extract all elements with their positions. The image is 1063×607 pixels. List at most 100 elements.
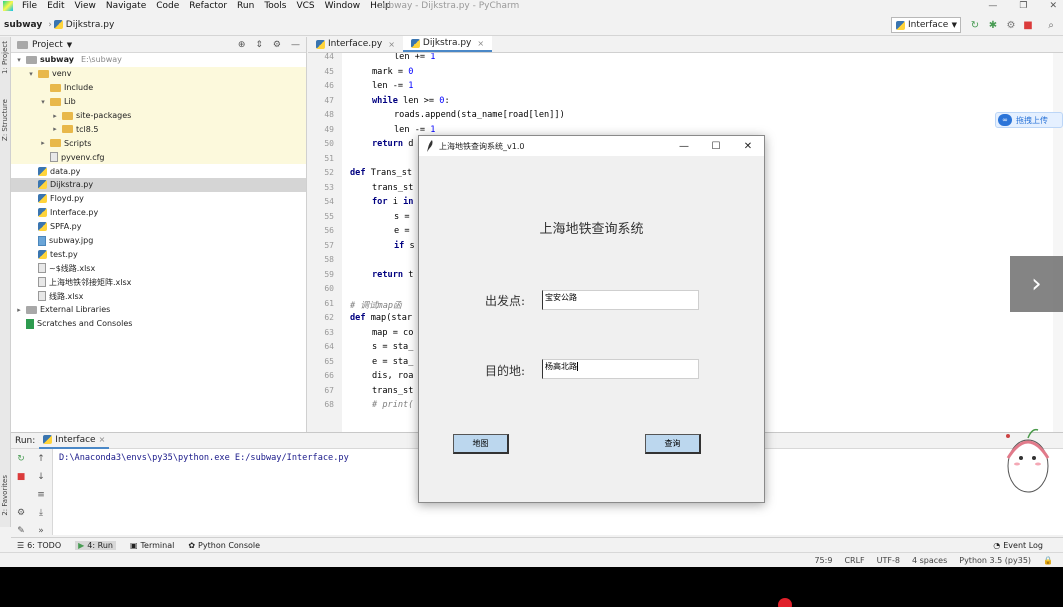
next-arrow-button[interactable]: › xyxy=(1010,256,1063,312)
scratch-icon xyxy=(26,318,34,329)
close-icon[interactable]: × xyxy=(99,435,106,444)
tree-item[interactable]: Scratches and Consoles xyxy=(11,317,306,331)
tree-item[interactable]: Include xyxy=(11,80,306,95)
structure-tool-tab[interactable]: Z: Structure xyxy=(1,99,9,141)
rerun-icon[interactable]: ↻ xyxy=(969,19,981,31)
menu-tools[interactable]: Tools xyxy=(259,1,291,11)
line-separator[interactable]: CRLF xyxy=(844,556,864,565)
chevron-down-icon[interactable]: ▾ xyxy=(27,70,35,78)
menu-navigate[interactable]: Navigate xyxy=(101,1,151,11)
map-button[interactable]: 地图 xyxy=(453,434,509,454)
chevron-right-icon[interactable]: ▸ xyxy=(51,125,59,133)
arrow-up-icon[interactable]: ↑ xyxy=(35,453,47,465)
tree-item[interactable]: pyvenv.cfg xyxy=(11,150,306,165)
collapse-icon[interactable]: ⇕ xyxy=(255,40,263,50)
menu-code[interactable]: Code xyxy=(151,1,184,11)
pin-icon[interactable]: ✎ xyxy=(15,525,27,537)
caret-position[interactable]: 75:9 xyxy=(814,556,832,565)
destination-value: 杨高北路 xyxy=(545,362,577,371)
locate-icon[interactable]: ⊕ xyxy=(238,40,246,50)
todo-tool-tab[interactable]: ☰ 6: TODO xyxy=(17,541,61,550)
close-icon[interactable]: × xyxy=(477,39,484,48)
run-console-output[interactable]: D:\Anaconda3\envs\py35\python.exe E:/sub… xyxy=(59,453,349,463)
minimize-icon[interactable]: — xyxy=(988,0,997,12)
query-button[interactable]: 查询 xyxy=(645,434,701,454)
tree-item[interactable]: ▸ tcl8.5 xyxy=(11,122,306,137)
line-number: 67 xyxy=(324,385,334,395)
chevron-right-icon[interactable]: ▸ xyxy=(51,112,59,120)
start-station-input[interactable]: 宝安公路 xyxy=(542,290,699,310)
project-tool-tab[interactable]: 1: Project xyxy=(1,41,9,74)
expand-icon[interactable]: » xyxy=(35,525,47,537)
rerun-icon[interactable]: ↻ xyxy=(15,453,27,465)
stop-icon[interactable]: ■ xyxy=(1022,19,1034,31)
breadcrumb-file[interactable]: Dijkstra.py xyxy=(53,20,114,30)
menu-view[interactable]: View xyxy=(70,1,101,11)
run-config-selector[interactable]: Interface ▼ xyxy=(891,17,961,33)
project-panel-title[interactable]: Project xyxy=(32,40,63,50)
terminal-tool-tab[interactable]: ▣ Terminal xyxy=(130,541,174,550)
run-tab-interface[interactable]: Interface × xyxy=(39,433,110,449)
minimize-icon[interactable]: — xyxy=(668,141,700,152)
chevron-down-icon[interactable]: ▾ xyxy=(15,56,23,64)
tree-item[interactable]: subway.jpg xyxy=(11,234,306,248)
tree-item[interactable]: 上海地铁邻接矩阵.xlsx xyxy=(11,275,306,289)
stop-icon[interactable]: ■ xyxy=(15,471,27,483)
tree-item[interactable]: ▸ External Libraries xyxy=(11,303,306,317)
menu-vcs[interactable]: VCS xyxy=(291,1,319,11)
folder-icon xyxy=(50,97,61,106)
chevron-right-icon[interactable]: ▸ xyxy=(15,306,23,314)
scroll-to-end-icon[interactable]: ⤓ xyxy=(35,507,47,519)
tree-item[interactable]: ▸ site-packages xyxy=(11,108,306,123)
indent-setting[interactable]: 4 spaces xyxy=(912,556,947,565)
tree-item-label: venv xyxy=(52,69,72,79)
maximize-icon[interactable]: ☐ xyxy=(700,141,732,152)
tree-item[interactable]: 线路.xlsx xyxy=(11,289,306,303)
tree-item[interactable]: Interface.py xyxy=(11,206,306,220)
search-everywhere-icon[interactable]: ⌕ xyxy=(1045,19,1057,31)
tree-item[interactable]: Dijkstra.py xyxy=(11,178,306,192)
chevron-down-icon[interactable]: ▼ xyxy=(67,41,72,49)
tree-item-label: Scripts xyxy=(64,138,92,148)
event-log-tool-tab[interactable]: ◔ Event Log xyxy=(993,541,1043,550)
close-icon[interactable]: ✕ xyxy=(732,141,764,152)
close-icon[interactable]: × xyxy=(388,40,395,49)
close-icon[interactable]: ✕ xyxy=(1049,0,1057,12)
menu-window[interactable]: Window xyxy=(320,1,366,11)
upload-badge[interactable]: ∞ 拖拽上传 xyxy=(995,112,1063,128)
debug-icon[interactable]: ✱ xyxy=(987,19,999,31)
favorites-tool-tab[interactable]: 2: Favorites xyxy=(1,475,9,516)
settings-icon[interactable]: ⚙ xyxy=(15,507,27,519)
menu-run[interactable]: Run xyxy=(232,1,259,11)
tree-item[interactable]: SPFA.py xyxy=(11,220,306,234)
chevron-right-icon[interactable]: ▸ xyxy=(39,139,47,147)
tree-item[interactable]: ▾ Lib xyxy=(11,94,306,109)
restore-icon[interactable]: ❐ xyxy=(1019,0,1027,12)
tree-item-label: Interface.py xyxy=(50,208,99,218)
tree-item[interactable]: data.py xyxy=(11,164,306,178)
soft-wrap-icon[interactable]: ≡ xyxy=(35,489,47,501)
hide-icon[interactable]: — xyxy=(291,40,300,50)
gear-icon[interactable]: ⚙ xyxy=(273,40,281,50)
tree-item[interactable]: ▾ venv xyxy=(11,66,306,81)
python-console-tool-tab[interactable]: ✿ Python Console xyxy=(188,541,260,550)
menu-edit[interactable]: Edit xyxy=(42,1,69,11)
file-encoding[interactable]: UTF-8 xyxy=(877,556,900,565)
run-tool-tab[interactable]: ▶ 4: Run xyxy=(75,540,116,550)
tree-item[interactable]: Floyd.py xyxy=(11,192,306,206)
interpreter-selector[interactable]: Python 3.5 (py35) xyxy=(959,556,1031,565)
menu-file[interactable]: File xyxy=(17,1,42,11)
tree-item[interactable]: test.py xyxy=(11,247,306,261)
lock-icon[interactable]: 🔒 xyxy=(1043,556,1053,565)
tree-item[interactable]: ▸ Scripts xyxy=(11,136,306,151)
breadcrumb-project[interactable]: subway xyxy=(0,20,46,30)
tab-interface[interactable]: Interface.py × xyxy=(308,36,403,52)
destination-station-input[interactable]: 杨高北路 xyxy=(542,359,699,379)
tab-dijkstra[interactable]: Dijkstra.py × xyxy=(402,36,493,52)
chevron-down-icon[interactable]: ▾ xyxy=(39,98,47,106)
arrow-down-icon[interactable]: ↓ xyxy=(35,471,47,483)
tree-item[interactable]: ▾ subway E:\subway xyxy=(11,53,306,67)
coverage-icon[interactable]: ⚙ xyxy=(1005,19,1017,31)
tree-item[interactable]: ~$线路.xlsx xyxy=(11,261,306,275)
menu-refactor[interactable]: Refactor xyxy=(184,1,232,11)
